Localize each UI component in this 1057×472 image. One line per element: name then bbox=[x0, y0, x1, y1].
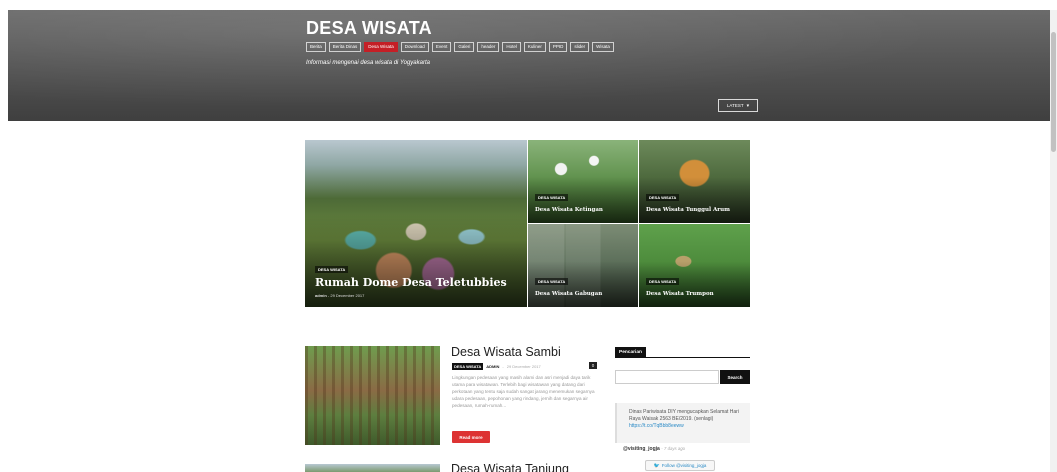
twitter-bird-icon: 🐦 bbox=[653, 462, 660, 469]
featured-tile-ketingan[interactable]: DESA WISATA Desa Wisata Ketingan bbox=[528, 140, 638, 223]
nav-item-kuliner[interactable]: Kuliner bbox=[523, 42, 546, 52]
post-category-badge[interactable]: DESA WISATA bbox=[535, 278, 569, 285]
tweet-text: Dinas Pariwisata DIY mengucapkan Selamat… bbox=[629, 409, 739, 422]
tweet-meta: @visiting_jogja - 7 days ago bbox=[623, 446, 685, 452]
latest-dropdown-button[interactable]: LATEST ▾ bbox=[718, 99, 758, 112]
nav-item-header[interactable]: header bbox=[477, 42, 500, 52]
search-widget-header: Pencarian bbox=[615, 347, 750, 358]
chevron-down-icon: ▾ bbox=[746, 102, 750, 109]
featured-tile-title[interactable]: Desa Wisata Gabugan bbox=[535, 291, 602, 297]
post-category-badge[interactable]: DESA WISATA bbox=[315, 266, 349, 273]
nav-item-wisata[interactable]: Wisata bbox=[592, 42, 614, 52]
post-date-separator: - bbox=[502, 364, 504, 369]
twitter-handle[interactable]: @visiting_jogja bbox=[623, 446, 660, 452]
post-author[interactable]: ADMIN bbox=[486, 364, 499, 369]
featured-tile-title[interactable]: Desa Wisata Ketingan bbox=[535, 207, 603, 213]
tweet-text-block: Dinas Pariwisata DIY mengucapkan Selamat… bbox=[629, 409, 749, 430]
twitter-follow-button[interactable]: 🐦 Follow @visiting_jogja bbox=[645, 460, 715, 471]
widget-title: Pencarian bbox=[615, 347, 646, 358]
featured-tile-trumpon[interactable]: DESA WISATA Desa Wisata Trumpon bbox=[639, 224, 750, 307]
site-title[interactable]: DESA WISATA bbox=[306, 18, 432, 39]
post-thumbnail[interactable] bbox=[305, 346, 440, 445]
featured-tile-tunggul-arum[interactable]: DESA WISATA Desa Wisata Tunggul Arum bbox=[639, 140, 750, 223]
nav-item-event[interactable]: Event bbox=[431, 42, 452, 52]
post-title[interactable]: Desa Wisata Tanjung bbox=[451, 462, 569, 472]
nav-item-desa-wisata[interactable]: Desa Wisata bbox=[364, 42, 398, 52]
vertical-scrollbar[interactable] bbox=[1050, 10, 1057, 472]
post-category-badge[interactable]: DESA WISATA bbox=[535, 194, 569, 201]
post-author[interactable]: admin bbox=[315, 293, 327, 298]
featured-tile-title[interactable]: Desa Wisata Tunggul Arum bbox=[646, 207, 730, 213]
page: DESA WISATA Berita Berita Dinas Desa Wis… bbox=[0, 0, 1057, 472]
featured-posts: DESA WISATA Rumah Dome Desa Teletubbies … bbox=[305, 140, 750, 307]
featured-main-meta: admin - 29 December 2017 bbox=[315, 293, 365, 298]
post-title[interactable]: Desa Wisata Sambi bbox=[451, 345, 561, 359]
post-date: 29 December 2017 bbox=[506, 364, 541, 369]
post-category-badge[interactable]: DESA WISATA bbox=[452, 363, 484, 370]
nav-item-ppid[interactable]: PPID bbox=[548, 42, 568, 52]
nav-item-berita-dinas[interactable]: Berita Dinas bbox=[328, 42, 362, 52]
nav-item-berita[interactable]: Berita bbox=[306, 42, 326, 52]
site-tagline: Informasi mengenai desa wisata di Yogyak… bbox=[306, 60, 430, 66]
post-thumbnail[interactable] bbox=[305, 464, 440, 472]
nav-item-hotel[interactable]: Hotel bbox=[502, 42, 521, 52]
post-excerpt: Lingkungan pedesaan yang masih alami dan… bbox=[452, 375, 595, 408]
top-navigation: Berita Berita Dinas Desa Wisata Download… bbox=[306, 42, 614, 52]
featured-tile-gabugan[interactable]: DESA WISATA Desa Wisata Gabugan bbox=[528, 224, 638, 307]
tweet-time: 7 days ago bbox=[664, 446, 686, 451]
scrollbar-thumb[interactable] bbox=[1051, 32, 1056, 152]
post-category-badge[interactable]: DESA WISATA bbox=[646, 194, 680, 201]
comment-count-badge[interactable]: 0 bbox=[589, 362, 597, 369]
nav-item-download[interactable]: Download bbox=[400, 42, 429, 52]
post-category-badge[interactable]: DESA WISATA bbox=[646, 278, 680, 285]
post-date: 29 December 2017 bbox=[330, 293, 365, 298]
tweet-card: Dinas Pariwisata DIY mengucapkan Selamat… bbox=[615, 403, 750, 443]
post-meta: DESA WISATA ADMIN - 29 December 2017 bbox=[452, 363, 541, 370]
nav-item-galeri[interactable]: Galeri bbox=[454, 42, 475, 52]
featured-main-post[interactable]: DESA WISATA Rumah Dome Desa Teletubbies … bbox=[305, 140, 527, 307]
latest-label: LATEST bbox=[726, 103, 744, 108]
tweet-separator: - bbox=[661, 446, 663, 451]
nav-item-slider[interactable]: slider bbox=[570, 42, 590, 52]
tweet-link[interactable]: https://t.co/TqBbb8eeww bbox=[629, 423, 749, 430]
search-button[interactable]: Search bbox=[720, 370, 750, 384]
read-more-button[interactable]: Read more bbox=[452, 431, 490, 443]
featured-tile-title[interactable]: Desa Wisata Trumpon bbox=[646, 291, 714, 297]
search-input[interactable] bbox=[615, 370, 719, 384]
featured-main-title[interactable]: Rumah Dome Desa Teletubbies bbox=[315, 276, 507, 289]
follow-label: Follow @visiting_jogja bbox=[661, 463, 707, 468]
site-header: DESA WISATA Berita Berita Dinas Desa Wis… bbox=[8, 10, 1050, 121]
